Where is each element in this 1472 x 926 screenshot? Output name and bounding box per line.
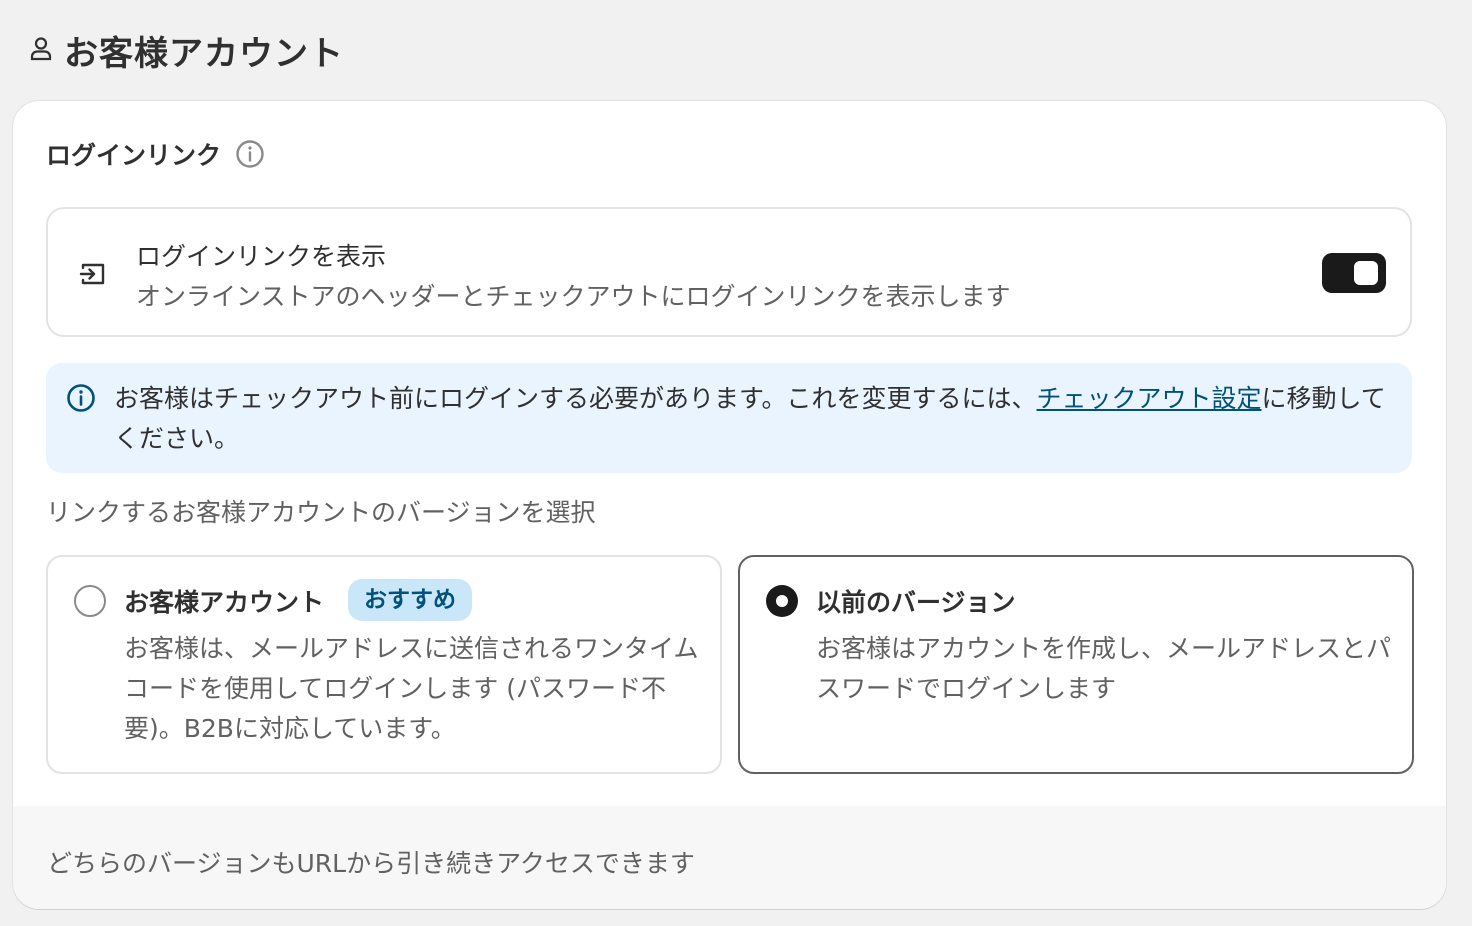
radio-legacy-version[interactable] [766, 585, 798, 617]
show-login-link-row: ログインリンクを表示 オンラインストアのヘッダーとチェックアウトにログインリンク… [46, 207, 1412, 337]
login-link-card: ログインリンク ログインリンクを表示 オンラインストアのヘッダーとチェックアウト… [13, 101, 1446, 909]
version-select-label: リンクするお客様アカウントのバージョンを選択 [46, 498, 596, 527]
login-arrow-icon [78, 259, 108, 289]
option-customer-accounts[interactable]: お客様アカウント おすすめ お客様は、メールアドレスに送信されるワンタイムコード… [46, 555, 722, 774]
option-title: お客様アカウント [124, 588, 325, 617]
radio-customer-accounts[interactable] [74, 585, 106, 617]
card-footer: どちらのバージョンもURLから引き続きアクセスできます [13, 806, 1446, 909]
banner-text: お客様はチェックアウト前にログインする必要があります。これを変更するには、チェッ… [114, 379, 1394, 459]
info-banner: お客様はチェックアウト前にログインする必要があります。これを変更するには、チェッ… [46, 363, 1412, 473]
toggle-description: オンラインストアのヘッダーとチェックアウトにログインリンクを表示します [136, 282, 1011, 311]
option-title: 以前のバージョン [816, 588, 1016, 617]
section-header: ログインリンク [46, 137, 265, 171]
banner-text-before: お客様はチェックアウト前にログインする必要があります。これを変更するには、 [114, 384, 1037, 413]
toggle-title: ログインリンクを表示 [136, 242, 387, 271]
toggle-knob [1354, 261, 1378, 285]
person-icon [28, 35, 54, 65]
footer-text: どちらのバージョンもURLから引き続きアクセスできます [47, 849, 695, 878]
page-header: お客様アカウント [28, 26, 344, 74]
option-description: お客様は、メールアドレスに送信されるワンタイムコードを使用してログインします (… [124, 634, 699, 743]
info-circle-icon [66, 383, 96, 413]
show-login-link-toggle[interactable] [1322, 253, 1386, 293]
section-title: ログインリンク [46, 141, 222, 170]
checkout-settings-link[interactable]: チェックアウト設定 [1037, 384, 1262, 413]
page-title: お客様アカウント [64, 33, 344, 74]
option-description: お客様はアカウントを作成し、メールアドレスとパスワードでログインします [816, 634, 1392, 703]
recommended-badge: おすすめ [348, 579, 472, 621]
info-circle-icon[interactable] [235, 139, 265, 169]
option-legacy-version[interactable]: 以前のバージョン お客様はアカウントを作成し、メールアドレスとパスワードでログイ… [738, 555, 1414, 774]
